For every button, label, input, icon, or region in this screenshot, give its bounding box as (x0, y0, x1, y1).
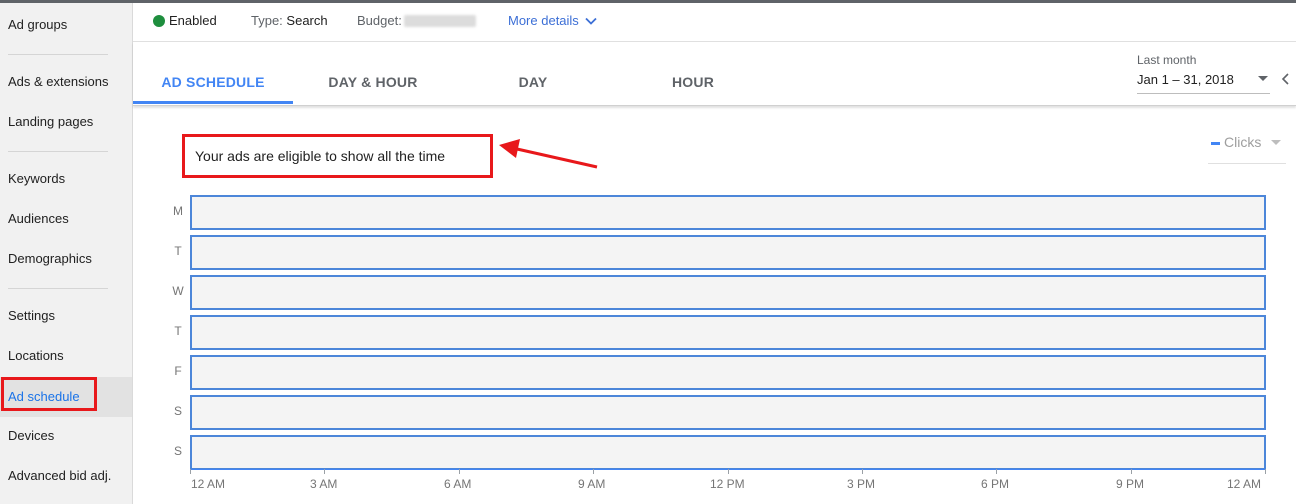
budget-label: Budget: (357, 13, 402, 28)
hour-label: 6 PM (981, 477, 1010, 491)
axis-tick (324, 469, 325, 474)
sidebar-item-landing-pages[interactable]: Landing pages (0, 105, 132, 139)
budget-value-redacted (403, 14, 476, 27)
axis-tick (862, 469, 863, 474)
tab-day-hour[interactable]: DAY & HOUR (293, 42, 453, 105)
tab-hour[interactable]: HOUR (613, 42, 773, 105)
axis-tick (728, 469, 729, 474)
more-details-label: More details (508, 13, 579, 28)
campaign-budget: Budget: (357, 13, 476, 28)
sidebar-item-locations[interactable]: Locations (0, 339, 132, 373)
day-label: M (173, 204, 183, 218)
sidebar-item-settings[interactable]: Settings (0, 299, 132, 333)
metric-swatch (1211, 142, 1220, 145)
chevron-left-icon[interactable] (1281, 73, 1289, 85)
sidebar-item-keywords[interactable]: Keywords (0, 162, 132, 196)
metric-selector[interactable]: Clicks (1208, 132, 1286, 164)
tab-label: DAY (518, 74, 548, 90)
hour-label: 3 AM (310, 477, 338, 491)
chevron-down-icon (585, 17, 597, 25)
axis-tick (1131, 469, 1132, 474)
metric-label: Clicks (1224, 134, 1262, 150)
tab-day[interactable]: DAY (453, 42, 613, 105)
active-tab-indicator (133, 101, 293, 104)
tab-label: HOUR (671, 74, 715, 90)
day-schedule-bar[interactable] (190, 315, 1266, 350)
hour-label: 12 AM (191, 477, 226, 491)
axis-tick (1265, 469, 1266, 474)
more-details-button[interactable]: More details (508, 13, 597, 28)
day-schedule-bar[interactable] (190, 355, 1266, 390)
campaign-type: Type: Search (251, 13, 328, 28)
sidebar-item-ads-extensions[interactable]: Ads & extensions (0, 65, 132, 99)
sidebar-item-audiences[interactable]: Audiences (0, 202, 132, 236)
day-label: T (174, 324, 182, 338)
schedule-tabs-bar: AD SCHEDULE DAY & HOUR DAY HOUR Last mon… (133, 42, 1296, 106)
sidebar-divider (8, 288, 108, 289)
campaign-info-bar: Enabled Type: Search Budget: More detail… (133, 3, 1296, 42)
date-range-dropdown[interactable]: Jan 1 – 31, 2018 (1137, 70, 1270, 94)
hour-label: 3 PM (847, 477, 876, 491)
dropdown-caret-icon (1271, 140, 1281, 145)
dropdown-caret-icon (1258, 76, 1268, 81)
sidebar-divider (8, 54, 108, 55)
status-text: Enabled (169, 13, 217, 28)
sidebar-item-ad-groups[interactable]: Ad groups (0, 8, 132, 42)
status-dot-icon (153, 14, 165, 27)
annotation-highlight-box (1, 377, 97, 411)
axis-tick (190, 469, 191, 474)
hour-label: 6 AM (444, 477, 472, 491)
date-range-value: Jan 1 – 31, 2018 (1137, 72, 1234, 87)
sidebar-divider (8, 151, 108, 152)
day-label: F (174, 364, 182, 378)
eligibility-message: Your ads are eligible to show all the ti… (182, 134, 493, 178)
day-label: S (173, 404, 182, 418)
day-schedule-bar[interactable] (190, 275, 1266, 310)
type-label: Type: (251, 13, 283, 28)
hour-label: 12 AM (1227, 477, 1262, 491)
eligibility-text: Your ads are eligible to show all the ti… (195, 148, 446, 164)
day-schedule-bar[interactable] (190, 235, 1266, 270)
day-schedule-bar[interactable] (190, 195, 1266, 230)
axis-tick (996, 469, 997, 474)
sidebar: Ad groups Ads & extensions Landing pages… (0, 3, 133, 504)
tab-label: DAY & HOUR (328, 74, 418, 90)
day-label: T (174, 244, 182, 258)
date-range-label: Last month (1137, 53, 1197, 67)
campaign-status: Enabled (153, 13, 217, 28)
sidebar-item-devices[interactable]: Devices (0, 419, 132, 453)
day-label: S (173, 444, 182, 458)
sidebar-item-demographics[interactable]: Demographics (0, 242, 132, 276)
hour-label: 9 PM (1116, 477, 1145, 491)
tab-label: AD SCHEDULE (161, 74, 265, 90)
axis-tick (459, 469, 460, 474)
day-schedule-bar[interactable] (190, 395, 1266, 430)
sidebar-item-advanced-bid-adj[interactable]: Advanced bid adj. (0, 459, 132, 493)
annotation-arrow-icon (499, 139, 598, 169)
day-label: W (172, 284, 184, 298)
tab-ad-schedule[interactable]: AD SCHEDULE (133, 42, 293, 105)
axis-tick (593, 469, 594, 474)
type-value: Search (286, 13, 328, 28)
day-schedule-bar[interactable] (190, 435, 1266, 470)
hour-label: 9 AM (578, 477, 606, 491)
hour-label: 12 PM (710, 477, 745, 491)
